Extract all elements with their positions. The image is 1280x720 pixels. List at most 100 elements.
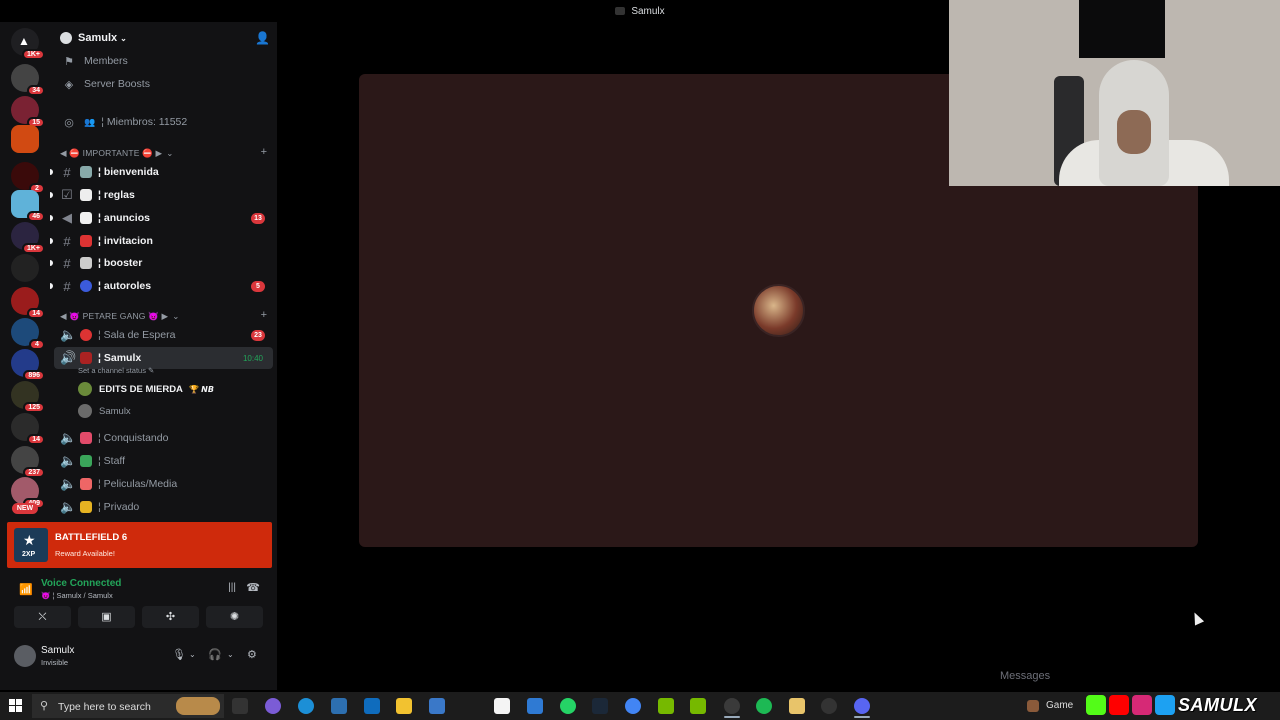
create-channel-icon[interactable]: +: [261, 146, 267, 158]
voice-channel-path[interactable]: 😈 ¦ Samulx / Samulx: [41, 591, 113, 600]
channel-status[interactable]: Set a channel status ✎: [78, 366, 154, 375]
game-promo-banner[interactable]: ★ 2XP BATTLEFIELD 6 Reward Available!: [7, 522, 272, 568]
nvidia-icon[interactable]: [658, 698, 674, 714]
folder-icon[interactable]: [789, 698, 805, 714]
channel-name: ¦ booster: [98, 257, 143, 269]
whatsapp-icon[interactable]: [560, 698, 576, 714]
copilot-icon[interactable]: [265, 698, 281, 714]
active-app-indicator: [854, 716, 870, 718]
nvidia-icon[interactable]: [690, 698, 706, 714]
channel-autoroles[interactable]: # ¦ autoroles 5: [50, 275, 273, 297]
app-icon[interactable]: [331, 698, 347, 714]
discord-icon[interactable]: [854, 698, 870, 714]
hash-icon: #: [63, 233, 71, 249]
server-icon[interactable]: 15: [11, 96, 45, 128]
user-name[interactable]: Samulx: [41, 645, 74, 656]
unread-indicator: [50, 215, 53, 221]
channel-bienvenida[interactable]: # ¦ bienvenida: [50, 161, 273, 183]
obs-icon[interactable]: [724, 698, 740, 714]
app-icon[interactable]: [527, 698, 543, 714]
server-icon[interactable]: 2: [11, 162, 45, 194]
chevron-down-icon[interactable]: ⌄: [189, 650, 196, 659]
chevron-down-icon[interactable]: ⌄: [227, 650, 234, 659]
xp-badge: 2XP: [22, 551, 36, 558]
windows-start-icon[interactable]: [9, 699, 23, 713]
media-player-icon[interactable]: [821, 698, 837, 714]
activities-button[interactable]: ✣: [142, 606, 199, 628]
server-icon[interactable]: 14: [11, 287, 45, 319]
screen-share-icon: ▣: [101, 611, 112, 623]
disconnect-icon[interactable]: ☎: [246, 581, 260, 594]
speaker-icon: 🔈: [60, 327, 77, 342]
game-tray-label[interactable]: Game: [1046, 700, 1073, 711]
file-explorer-icon[interactable]: [396, 698, 412, 714]
server-icon[interactable]: 237: [11, 446, 45, 478]
steam-icon[interactable]: [592, 698, 608, 714]
voice-channel-staff[interactable]: 🔈 ¦ Staff: [54, 450, 273, 472]
channel-anuncios[interactable]: ◀ ¦ anuncios 13: [50, 207, 273, 229]
voice-user-tag: 🏆 𝙉𝘽: [188, 384, 214, 394]
noise-suppression-icon[interactable]: |||: [228, 582, 236, 593]
headphones-icon[interactable]: 🎧: [208, 648, 222, 661]
server-icon[interactable]: 896: [11, 349, 45, 381]
active-app-indicator: [724, 716, 740, 718]
server-boosts-menu-item[interactable]: ◈ Server Boosts: [54, 73, 273, 95]
voice-user-name: EDITS DE MIERDA: [99, 383, 183, 395]
channel-name: ¦ Samulx: [98, 352, 142, 364]
server-icon[interactable]: 409: [11, 477, 45, 509]
outlook-icon[interactable]: [364, 698, 380, 714]
dm-badge: 1K+: [21, 49, 45, 60]
gear-icon[interactable]: ⚙: [247, 648, 257, 661]
app-icon: [615, 7, 626, 15]
avatar[interactable]: [14, 645, 36, 667]
server-icon[interactable]: 46: [11, 190, 45, 222]
server-icon[interactable]: 1K+: [11, 222, 45, 254]
voice-connection-panel: 📶 Voice Connected 😈 ¦ Samulx / Samulx ||…: [7, 574, 272, 640]
server-icon[interactable]: 14: [11, 413, 45, 445]
channel-booster[interactable]: # ¦ booster: [50, 252, 273, 274]
voice-channel-conquistando[interactable]: 🔈 ¦ Conquistando: [54, 427, 273, 449]
voice-channel-privado[interactable]: 🔈 ¦ Privado: [54, 496, 273, 518]
rules-icon: ☑: [61, 187, 73, 202]
create-channel-icon[interactable]: +: [261, 309, 267, 321]
microphone-icon[interactable]: 🎙: [172, 648, 186, 661]
speaker-avatar[interactable]: [752, 284, 805, 337]
channel-invitacion[interactable]: # ¦ invitacion: [50, 230, 273, 252]
voice-user[interactable]: EDITS DE MIERDA 🏆 𝙉𝘽: [78, 380, 214, 398]
voice-channel-peliculas[interactable]: 🔈 ¦ Peliculas/Media: [54, 473, 273, 495]
server-badge: 1K+: [21, 243, 45, 254]
screen-share-button[interactable]: ▣: [78, 606, 135, 628]
category-importante[interactable]: ◀ ⛔ IMPORTANTE ⛔ ▶ ⌄: [60, 146, 174, 160]
members-menu-item[interactable]: ⚑ Members: [54, 50, 273, 72]
voice-channel-sala-de-espera[interactable]: 🔈 ¦ Sala de Espera 23: [54, 324, 273, 346]
app-icon[interactable]: [429, 698, 445, 714]
server-icon[interactable]: [11, 125, 39, 153]
voice-connected-label[interactable]: Voice Connected: [41, 578, 121, 589]
call-duration: 10:40: [242, 353, 263, 363]
edge-icon[interactable]: [298, 698, 314, 714]
chrome-icon[interactable]: [625, 698, 641, 714]
server-icon[interactable]: [11, 254, 39, 282]
server-icon[interactable]: 125: [11, 381, 45, 413]
taskbar-search[interactable]: ⚲ Type here to search: [32, 694, 224, 718]
server-icon[interactable]: 4: [11, 318, 45, 350]
megaphone-emoji-icon: [80, 212, 92, 224]
task-view-icon[interactable]: [232, 698, 248, 714]
unread-indicator: [50, 169, 53, 175]
member-count-channel[interactable]: ◎ 👥 ¦ Miembros: 11552: [54, 111, 273, 133]
hash-icon: #: [63, 255, 71, 271]
direct-messages-button[interactable]: ▲ 1K+: [11, 28, 45, 60]
add-member-icon[interactable]: 👤: [255, 31, 270, 45]
camera-off-button[interactable]: ⛌: [14, 606, 71, 628]
category-petare-gang[interactable]: ◀ 😈 PETARE GANG 😈 ▶ ⌄: [60, 309, 180, 323]
soundboard-button[interactable]: ✺: [206, 606, 263, 628]
megaphone-icon: ◀: [62, 210, 72, 225]
channel-reglas[interactable]: ☑ ¦ reglas: [50, 184, 273, 206]
spotify-icon[interactable]: [756, 698, 772, 714]
notepad-icon[interactable]: [494, 698, 510, 714]
signal-icon[interactable]: 📶: [19, 583, 33, 596]
voice-user[interactable]: Samulx: [78, 402, 131, 420]
game-tray-icon[interactable]: [1027, 700, 1039, 712]
server-icon[interactable]: 34: [11, 64, 45, 96]
user-status: Invisible: [41, 658, 69, 667]
